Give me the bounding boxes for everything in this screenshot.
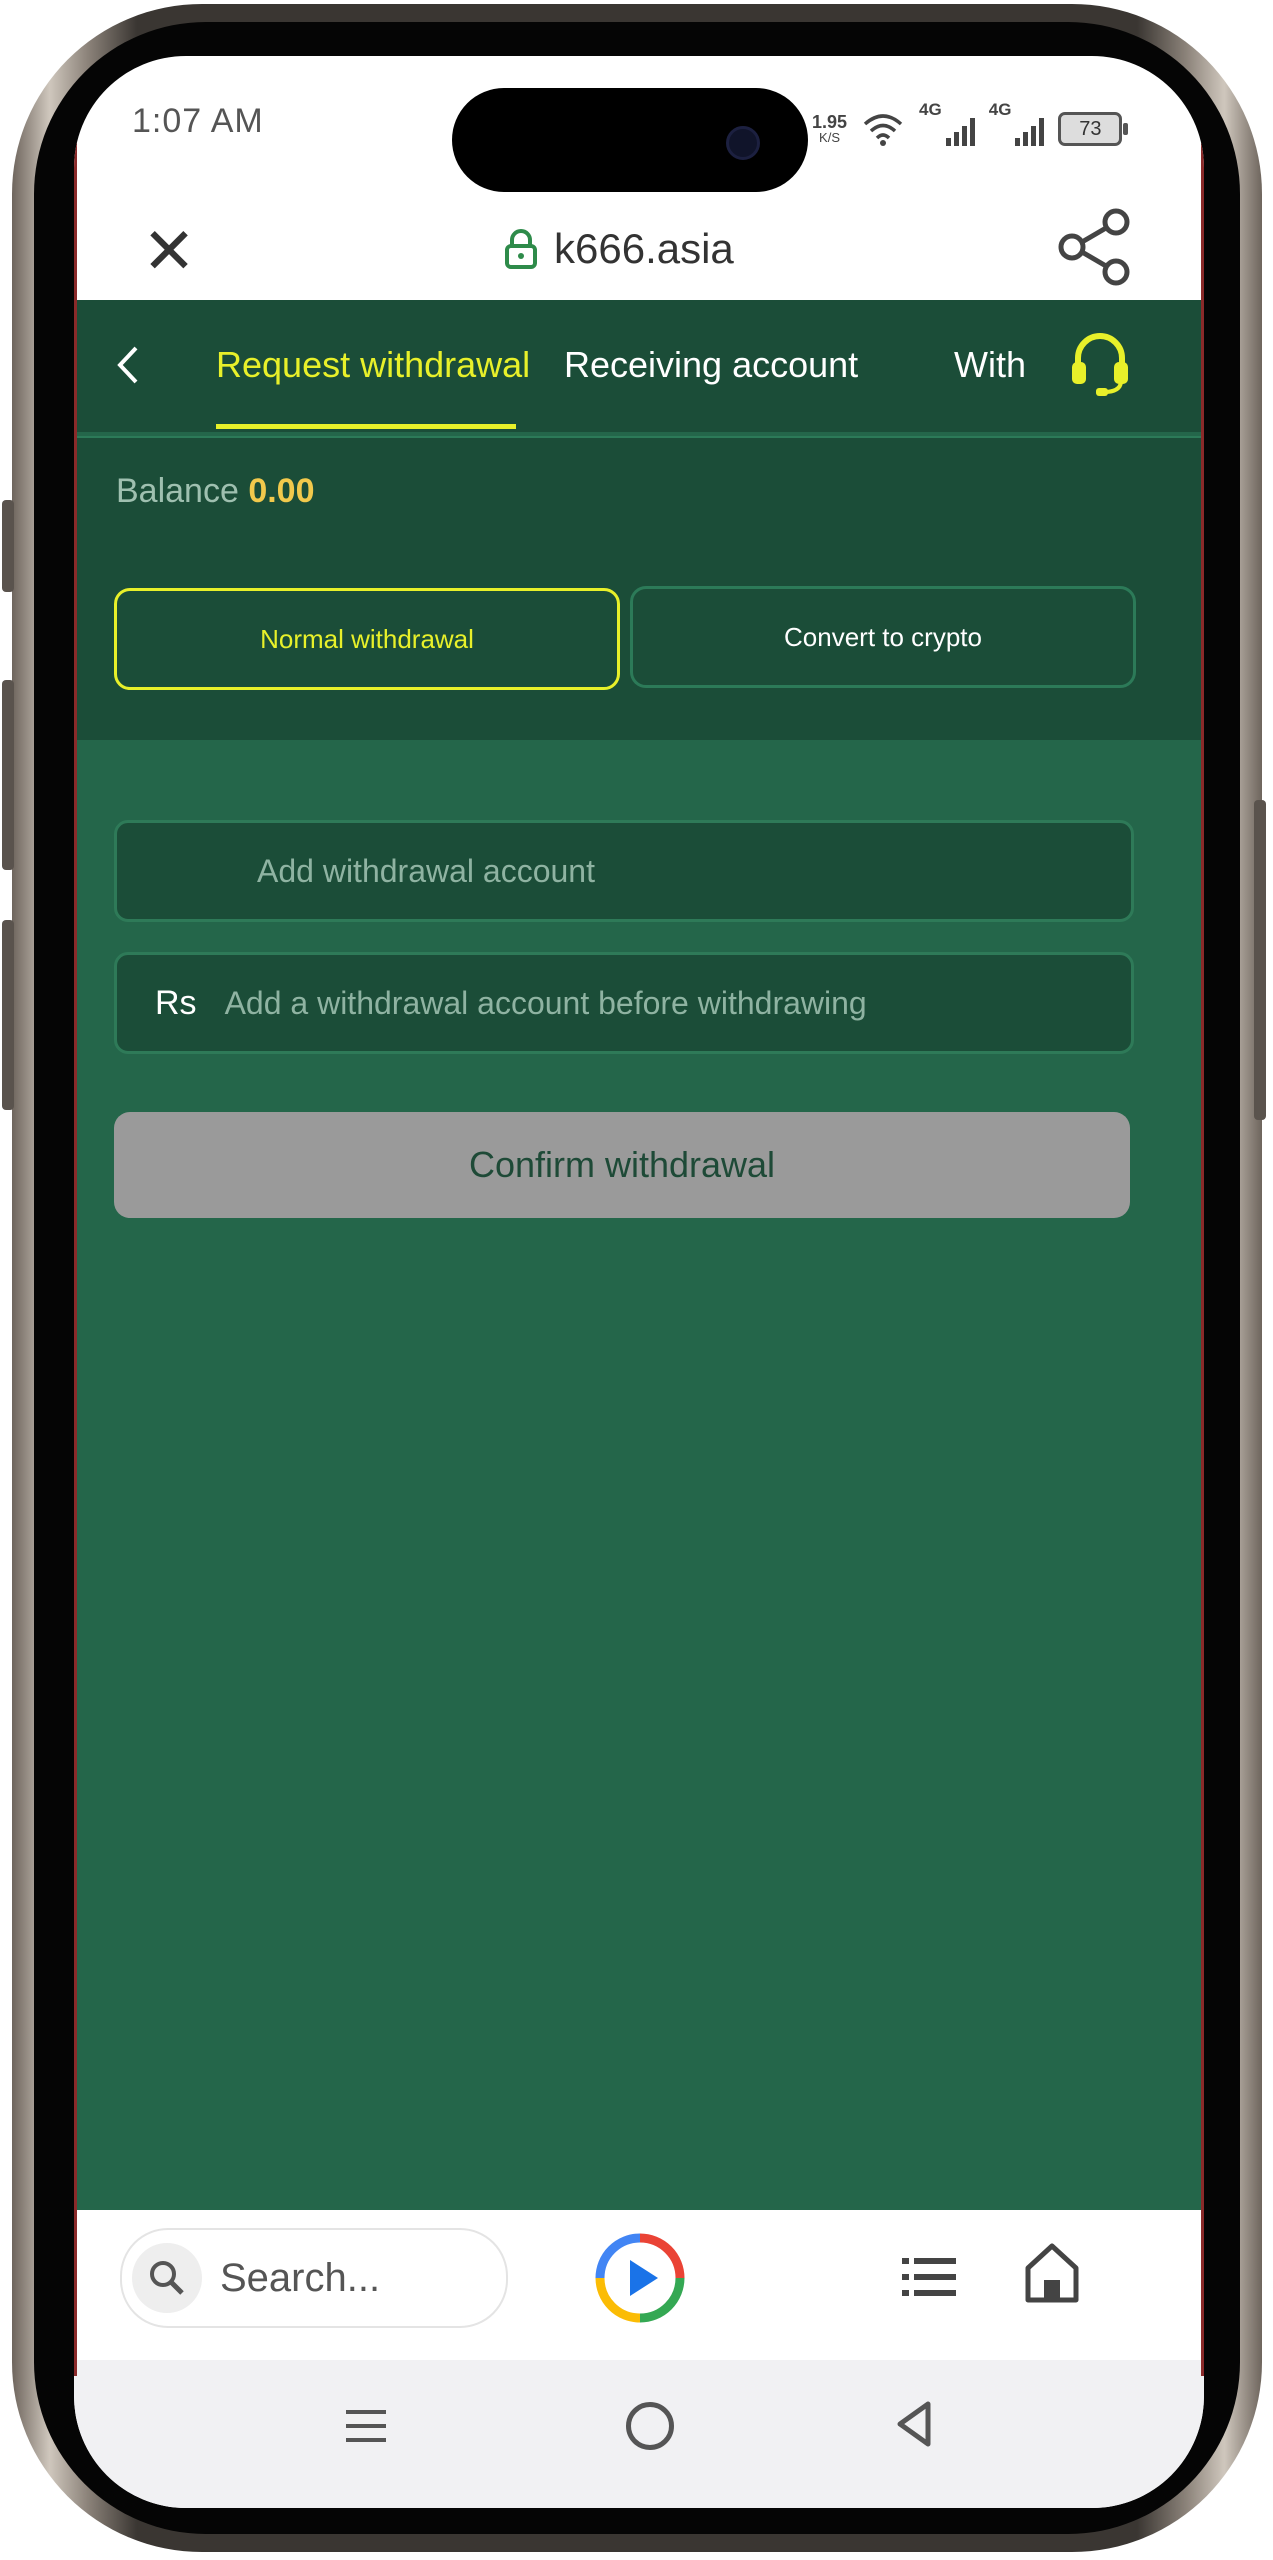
network-speed: 1.95 K/S [812, 112, 848, 146]
tab-receiving-account[interactable]: Receiving account [564, 344, 858, 386]
side-button-volume-down [2, 920, 14, 1110]
withdrawal-amount-placeholder: Add a withdrawal account before withdraw… [224, 984, 867, 1021]
withdrawal-page: Request withdrawal Receiving account Wit… [74, 300, 1204, 2210]
currency-label: Rs [155, 983, 197, 1022]
side-button-power [1254, 800, 1266, 1120]
tab-request-withdrawal[interactable]: Request withdrawal [216, 344, 530, 386]
tab-bar: Request withdrawal Receiving account Wit… [74, 300, 1204, 432]
search-icon [132, 2243, 202, 2313]
url-bar[interactable]: k666.asia [504, 214, 734, 284]
balance-label: Balance 0.00 [116, 472, 315, 511]
lock-icon [505, 229, 537, 269]
status-time: 1:07 AM [132, 102, 264, 140]
system-home-icon[interactable] [626, 2402, 674, 2450]
share-icon[interactable] [1050, 202, 1140, 292]
network-speed-unit: K/S [819, 130, 840, 145]
tab-withdrawal-record[interactable]: With [954, 344, 1026, 386]
phone-screen: 1:07 AM 1.95 K/S 4G 4G 73 ✕ k666.asia Re… [74, 56, 1204, 2508]
balance-label-text: Balance [116, 472, 239, 510]
signal-label-1: 4G [919, 100, 942, 119]
browser-toolbar: Search... [74, 2210, 1204, 2360]
search-input[interactable]: Search... [120, 2228, 508, 2328]
status-icons: 1.95 K/S 4G 4G 73 [812, 96, 1129, 146]
signal-bars-2-icon [1015, 116, 1045, 146]
withdrawal-amount-field[interactable]: Rs Add a withdrawal account before withd… [114, 952, 1134, 1054]
balance-row: Balance 0.00 [74, 436, 1204, 542]
normal-withdrawal-button[interactable]: Normal withdrawal [114, 588, 620, 690]
play-logo-icon[interactable] [594, 2232, 686, 2324]
side-button-volume-up [2, 680, 14, 870]
wifi-icon [863, 114, 903, 146]
battery-icon: 73 [1058, 112, 1129, 146]
active-tab-indicator [216, 424, 516, 429]
system-back-icon[interactable] [894, 2400, 934, 2448]
search-placeholder: Search... [220, 2255, 381, 2300]
chevron-left-icon[interactable] [108, 340, 148, 390]
screen-edge-right [1201, 76, 1204, 2376]
headset-icon[interactable] [1064, 326, 1136, 398]
recent-apps-icon[interactable] [344, 2406, 388, 2446]
add-withdrawal-account-text: Add withdrawal account [257, 852, 595, 889]
url-text: k666.asia [554, 225, 734, 272]
network-speed-value: 1.95 [812, 112, 848, 132]
confirm-withdrawal-button[interactable]: Confirm withdrawal [114, 1112, 1130, 1218]
system-navigation-bar [74, 2360, 1204, 2508]
convert-to-crypto-button[interactable]: Convert to crypto [630, 586, 1136, 688]
list-icon[interactable] [900, 2252, 958, 2302]
screen-edge-left [74, 76, 77, 2376]
signal-bars-1-icon [945, 116, 975, 146]
close-icon[interactable]: ✕ [134, 216, 204, 286]
signal-label-2: 4G [988, 100, 1012, 119]
home-icon[interactable] [1022, 2240, 1082, 2306]
side-button-mute [2, 500, 14, 592]
withdrawal-mode-row: Normal withdrawal Convert to crypto [74, 540, 1204, 740]
add-withdrawal-account-field[interactable]: Add withdrawal account [114, 820, 1134, 922]
balance-value: 0.00 [248, 472, 315, 510]
front-camera [726, 126, 760, 160]
